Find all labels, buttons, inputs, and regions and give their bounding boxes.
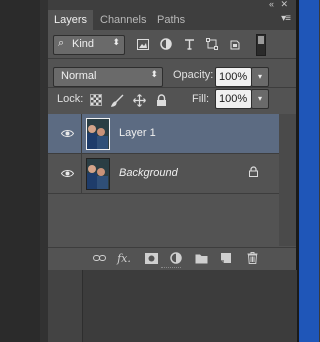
smart-object-filter-icon[interactable] [229,37,243,51]
image-filter-icon[interactable] [136,37,150,51]
blend-mode-label: Normal [61,70,97,82]
lock-position-icon[interactable] [132,93,146,107]
tab-channels[interactable]: Channels [94,10,152,30]
visibility-eye-icon[interactable] [60,166,74,180]
document-area [82,270,297,342]
collapse-panel-icon[interactable]: « [269,0,274,9]
fill-slider-button[interactable]: ▾ [251,89,269,109]
layers-panel: « ✕ Layers Channels Paths ▾≡ ⌕ Kind ⬍ No… [48,0,297,342]
lock-transparent-pixels-icon[interactable] [89,93,103,107]
filter-kind-dropdown[interactable]: ⌕ Kind ⬍ [53,35,125,55]
layer-divider [81,114,82,153]
filter-row: ⌕ Kind ⬍ [48,30,296,59]
opacity-label: Opacity: [173,69,214,81]
desktop-background [299,0,319,342]
search-icon: ⌕ [58,37,65,49]
layer-thumbnail[interactable] [86,158,110,190]
panel-title-strip[interactable]: « ✕ [48,0,296,10]
layer-divider [81,154,82,193]
layer-row-background[interactable]: Background [48,154,279,194]
workspace-left-area [0,0,40,342]
layers-scrollbar[interactable] [279,114,296,246]
new-layer-icon[interactable] [219,251,233,265]
delete-layer-icon[interactable] [245,251,259,265]
opacity-slider-button[interactable]: ▾ [251,67,269,87]
lock-image-pixels-icon[interactable] [110,93,124,107]
layer-name[interactable]: Background [119,167,178,179]
layer-lock-icon[interactable] [249,166,258,180]
fill-input[interactable]: 100% [215,89,252,109]
tab-layers[interactable]: Layers [48,10,94,30]
filter-kind-label: Kind [72,38,95,50]
layers-bottom-toolbar: fx. [48,247,296,268]
add-mask-icon[interactable] [144,251,158,265]
panel-menu-icon[interactable]: ▾≡ [281,13,291,24]
new-group-icon[interactable] [194,251,208,265]
type-filter-icon[interactable] [182,37,196,51]
dropdown-arrow-icon: ⬍ [112,37,120,47]
workspace-left-edge [40,0,48,342]
dropdown-arrow-icon: ⬍ [150,69,158,79]
layer-thumbnail[interactable] [86,118,110,150]
fill-label: Fill: [192,93,210,105]
shape-filter-icon[interactable] [205,37,219,51]
lock-label: Lock: [57,93,84,105]
blend-mode-dropdown[interactable]: Normal ⬍ [53,67,163,87]
adjustment-filter-icon[interactable] [159,37,173,51]
visibility-eye-icon[interactable] [60,126,74,140]
tab-paths[interactable]: Paths [151,10,191,30]
close-panel-icon[interactable]: ✕ [280,0,288,10]
layer-row-layer-1[interactable]: Layer 1 [48,114,279,154]
opacity-input[interactable]: 100% [215,67,252,87]
filter-toggle-switch[interactable] [256,34,266,56]
fx-icon[interactable]: fx. [117,251,131,265]
link-layers-icon[interactable] [92,251,106,265]
adjustment-layer-icon[interactable] [169,251,183,265]
panel-tabs: Layers Channels Paths ▾≡ [48,10,296,30]
panel-lower-area [48,270,297,342]
lock-all-icon[interactable] [154,93,168,107]
layer-name[interactable]: Layer 1 [119,127,156,139]
blend-row: Normal ⬍ Opacity: 100% ▾ [48,59,296,88]
layers-list: Layer 1 Background [48,114,279,246]
